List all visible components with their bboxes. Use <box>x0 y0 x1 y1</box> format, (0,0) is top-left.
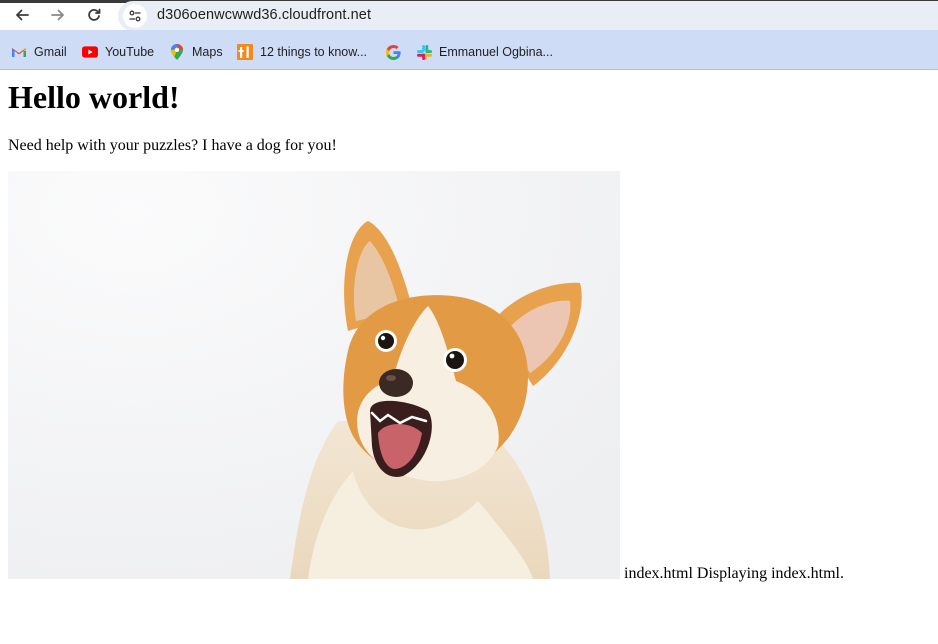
bookmark-emmanuel[interactable]: Emmanuel Ogbina... <box>416 44 553 60</box>
dog-image <box>8 171 620 579</box>
reload-button[interactable] <box>81 3 107 27</box>
bookmark-label: Gmail <box>34 45 67 59</box>
bookmark-label: Maps <box>192 45 223 59</box>
browser-toolbar: d306oenwcwwd36.cloudfront.net <box>0 1 938 31</box>
bookmark-google[interactable] <box>385 44 401 60</box>
maps-icon <box>169 44 185 60</box>
page-heading: Hello world! <box>8 79 180 115</box>
back-button[interactable] <box>9 3 35 27</box>
bookmark-label: 12 things to know... <box>260 45 368 59</box>
site-info-button[interactable] <box>123 4 147 28</box>
youtube-icon <box>82 44 98 60</box>
page-caption: index.html Displaying index.html. <box>624 565 844 582</box>
back-arrow-icon <box>16 9 29 21</box>
bookmark-youtube[interactable]: YouTube <box>82 44 154 60</box>
tl-bookmark-icon <box>237 44 253 60</box>
bookmarks-bar: Gmail YouTube Maps 12 things to know... … <box>0 30 938 70</box>
bookmark-maps[interactable]: Maps <box>169 44 223 60</box>
forward-button[interactable] <box>45 3 71 27</box>
bookmark-label: Emmanuel Ogbina... <box>439 45 553 59</box>
reload-icon <box>88 8 101 21</box>
slack-icon <box>416 44 432 60</box>
bookmark-12-things[interactable]: 12 things to know... <box>237 44 367 60</box>
address-bar[interactable]: d306oenwcwwd36.cloudfront.net <box>118 1 938 31</box>
google-icon <box>385 44 401 60</box>
gmail-icon <box>11 44 27 60</box>
corgi-illustration <box>8 171 620 579</box>
url-text[interactable]: d306oenwcwwd36.cloudfront.net <box>157 7 371 23</box>
page-content: Hello world! Need help with your puzzles… <box>0 71 938 644</box>
bookmark-gmail[interactable]: Gmail <box>11 44 67 60</box>
bookmark-label: YouTube <box>105 45 155 59</box>
tune-icon <box>129 10 141 22</box>
forward-arrow-icon <box>51 9 64 21</box>
lead-paragraph: Need help with your puzzles? I have a do… <box>8 137 337 154</box>
